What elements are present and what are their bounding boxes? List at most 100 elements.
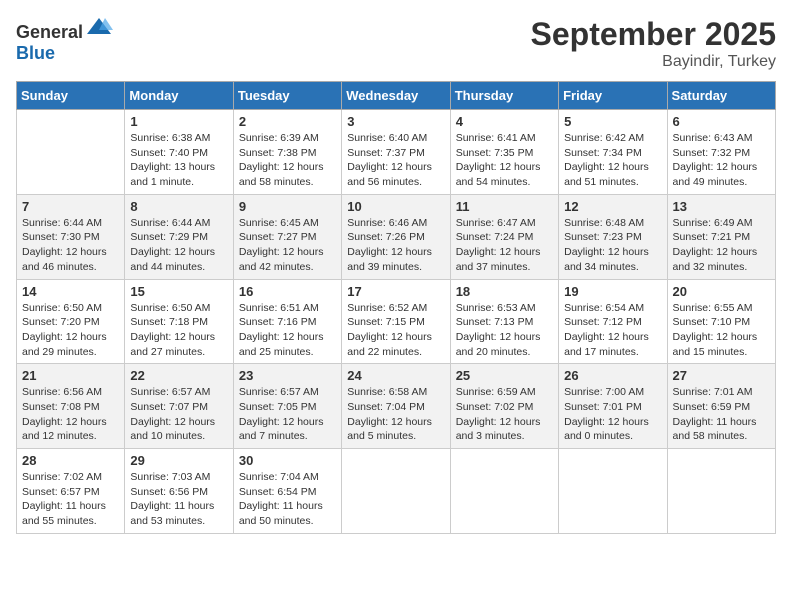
calendar-cell: 19 Sunrise: 6:54 AMSunset: 7:12 PMDayligh… [559, 279, 667, 364]
day-number: 27 [673, 368, 770, 383]
header: General Blue September 2025 Bayindir, Tu… [16, 16, 776, 71]
day-info: Sunrise: 6:48 AMSunset: 7:23 PMDaylight:… [564, 216, 661, 275]
calendar-cell: 1 Sunrise: 6:38 AMSunset: 7:40 PMDaylight… [125, 110, 233, 195]
logo-general: General [16, 22, 83, 42]
logo: General Blue [16, 16, 113, 64]
day-info: Sunrise: 6:54 AMSunset: 7:12 PMDaylight:… [564, 301, 661, 360]
title-area: September 2025 Bayindir, Turkey [531, 16, 776, 71]
day-number: 16 [239, 284, 336, 299]
day-info: Sunrise: 7:01 AMSunset: 6:59 PMDaylight:… [673, 385, 770, 444]
day-number: 1 [130, 114, 227, 129]
day-info: Sunrise: 7:02 AMSunset: 6:57 PMDaylight:… [22, 470, 119, 529]
day-info: Sunrise: 6:50 AMSunset: 7:20 PMDaylight:… [22, 301, 119, 360]
week-row-3: 21 Sunrise: 6:56 AMSunset: 7:08 PMDayligh… [17, 364, 776, 449]
day-number: 18 [456, 284, 553, 299]
day-info: Sunrise: 7:04 AMSunset: 6:54 PMDaylight:… [239, 470, 336, 529]
day-number: 3 [347, 114, 444, 129]
day-number: 21 [22, 368, 119, 383]
calendar-cell: 29 Sunrise: 7:03 AMSunset: 6:56 PMDayligh… [125, 449, 233, 534]
calendar-cell: 21 Sunrise: 6:56 AMSunset: 7:08 PMDayligh… [17, 364, 125, 449]
day-info: Sunrise: 6:44 AMSunset: 7:29 PMDaylight:… [130, 216, 227, 275]
day-info: Sunrise: 6:44 AMSunset: 7:30 PMDaylight:… [22, 216, 119, 275]
week-row-4: 28 Sunrise: 7:02 AMSunset: 6:57 PMDayligh… [17, 449, 776, 534]
calendar-cell: 23Sunrise: 6:57 AMSunset: 7:05 PMDayligh… [233, 364, 341, 449]
calendar-cell: 22 Sunrise: 6:57 AMSunset: 7:07 PMDayligh… [125, 364, 233, 449]
header-cell-monday: Monday [125, 82, 233, 110]
day-number: 9 [239, 199, 336, 214]
calendar-cell: 7Sunrise: 6:44 AMSunset: 7:30 PMDaylight… [17, 194, 125, 279]
header-cell-saturday: Saturday [667, 82, 775, 110]
day-info: Sunrise: 6:40 AMSunset: 7:37 PMDaylight:… [347, 131, 444, 190]
header-cell-thursday: Thursday [450, 82, 558, 110]
calendar-cell: 3 Sunrise: 6:40 AMSunset: 7:37 PMDaylight… [342, 110, 450, 195]
calendar-cell: 13Sunrise: 6:49 AMSunset: 7:21 PMDayligh… [667, 194, 775, 279]
day-info: Sunrise: 6:57 AMSunset: 7:07 PMDaylight:… [130, 385, 227, 444]
day-number: 17 [347, 284, 444, 299]
day-number: 8 [130, 199, 227, 214]
day-info: Sunrise: 6:59 AMSunset: 7:02 PMDaylight:… [456, 385, 553, 444]
location-title: Bayindir, Turkey [531, 53, 776, 71]
calendar-cell: 2Sunrise: 6:39 AMSunset: 7:38 PMDaylight… [233, 110, 341, 195]
calendar-cell: 5 Sunrise: 6:42 AMSunset: 7:34 PMDaylight… [559, 110, 667, 195]
day-number: 14 [22, 284, 119, 299]
day-number: 15 [130, 284, 227, 299]
day-info: Sunrise: 6:49 AMSunset: 7:21 PMDaylight:… [673, 216, 770, 275]
calendar-cell [559, 449, 667, 534]
day-number: 28 [22, 453, 119, 468]
calendar-cell: 26Sunrise: 7:00 AMSunset: 7:01 PMDayligh… [559, 364, 667, 449]
week-row-2: 14 Sunrise: 6:50 AMSunset: 7:20 PMDayligh… [17, 279, 776, 364]
calendar-cell [667, 449, 775, 534]
day-number: 5 [564, 114, 661, 129]
day-number: 20 [673, 284, 770, 299]
day-info: Sunrise: 7:03 AMSunset: 6:56 PMDaylight:… [130, 470, 227, 529]
calendar-cell: 30Sunrise: 7:04 AMSunset: 6:54 PMDayligh… [233, 449, 341, 534]
day-info: Sunrise: 6:53 AMSunset: 7:13 PMDaylight:… [456, 301, 553, 360]
day-info: Sunrise: 6:39 AMSunset: 7:38 PMDaylight:… [239, 131, 336, 190]
calendar-cell: 24Sunrise: 6:58 AMSunset: 7:04 PMDayligh… [342, 364, 450, 449]
day-info: Sunrise: 6:45 AMSunset: 7:27 PMDaylight:… [239, 216, 336, 275]
day-info: Sunrise: 6:55 AMSunset: 7:10 PMDaylight:… [673, 301, 770, 360]
day-number: 10 [347, 199, 444, 214]
day-info: Sunrise: 6:42 AMSunset: 7:34 PMDaylight:… [564, 131, 661, 190]
calendar-cell [17, 110, 125, 195]
day-number: 25 [456, 368, 553, 383]
day-info: Sunrise: 6:43 AMSunset: 7:32 PMDaylight:… [673, 131, 770, 190]
day-info: Sunrise: 6:41 AMSunset: 7:35 PMDaylight:… [456, 131, 553, 190]
header-row: SundayMondayTuesdayWednesdayThursdayFrid… [17, 82, 776, 110]
day-number: 19 [564, 284, 661, 299]
calendar-cell: 6 Sunrise: 6:43 AMSunset: 7:32 PMDaylight… [667, 110, 775, 195]
day-info: Sunrise: 6:47 AMSunset: 7:24 PMDaylight:… [456, 216, 553, 275]
day-info: Sunrise: 6:51 AMSunset: 7:16 PMDaylight:… [239, 301, 336, 360]
day-number: 11 [456, 199, 553, 214]
header-cell-wednesday: Wednesday [342, 82, 450, 110]
calendar-cell: 28 Sunrise: 7:02 AMSunset: 6:57 PMDayligh… [17, 449, 125, 534]
day-number: 29 [130, 453, 227, 468]
day-number: 6 [673, 114, 770, 129]
header-cell-friday: Friday [559, 82, 667, 110]
day-info: Sunrise: 6:38 AMSunset: 7:40 PMDaylight:… [130, 131, 227, 190]
day-info: Sunrise: 6:56 AMSunset: 7:08 PMDaylight:… [22, 385, 119, 444]
calendar-cell: 12 Sunrise: 6:48 AMSunset: 7:23 PMDayligh… [559, 194, 667, 279]
calendar-cell: 17 Sunrise: 6:52 AMSunset: 7:15 PMDayligh… [342, 279, 450, 364]
calendar-cell: 14 Sunrise: 6:50 AMSunset: 7:20 PMDayligh… [17, 279, 125, 364]
header-cell-tuesday: Tuesday [233, 82, 341, 110]
day-number: 12 [564, 199, 661, 214]
logo-icon [85, 16, 113, 38]
calendar-cell: 25 Sunrise: 6:59 AMSunset: 7:02 PMDayligh… [450, 364, 558, 449]
calendar-cell: 9 Sunrise: 6:45 AMSunset: 7:27 PMDaylight… [233, 194, 341, 279]
calendar-cell: 8 Sunrise: 6:44 AMSunset: 7:29 PMDaylight… [125, 194, 233, 279]
calendar-cell: 4Sunrise: 6:41 AMSunset: 7:35 PMDaylight… [450, 110, 558, 195]
week-row-0: 1 Sunrise: 6:38 AMSunset: 7:40 PMDaylight… [17, 110, 776, 195]
calendar-cell [342, 449, 450, 534]
calendar-cell: 11 Sunrise: 6:47 AMSunset: 7:24 PMDayligh… [450, 194, 558, 279]
calendar-cell: 18 Sunrise: 6:53 AMSunset: 7:13 PMDayligh… [450, 279, 558, 364]
calendar-cell: 10Sunrise: 6:46 AMSunset: 7:26 PMDayligh… [342, 194, 450, 279]
logo-blue: Blue [16, 43, 55, 63]
day-info: Sunrise: 6:50 AMSunset: 7:18 PMDaylight:… [130, 301, 227, 360]
day-info: Sunrise: 7:00 AMSunset: 7:01 PMDaylight:… [564, 385, 661, 444]
week-row-1: 7Sunrise: 6:44 AMSunset: 7:30 PMDaylight… [17, 194, 776, 279]
day-number: 22 [130, 368, 227, 383]
calendar-cell: 27 Sunrise: 7:01 AMSunset: 6:59 PMDayligh… [667, 364, 775, 449]
day-info: Sunrise: 6:52 AMSunset: 7:15 PMDaylight:… [347, 301, 444, 360]
day-info: Sunrise: 6:57 AMSunset: 7:05 PMDaylight:… [239, 385, 336, 444]
